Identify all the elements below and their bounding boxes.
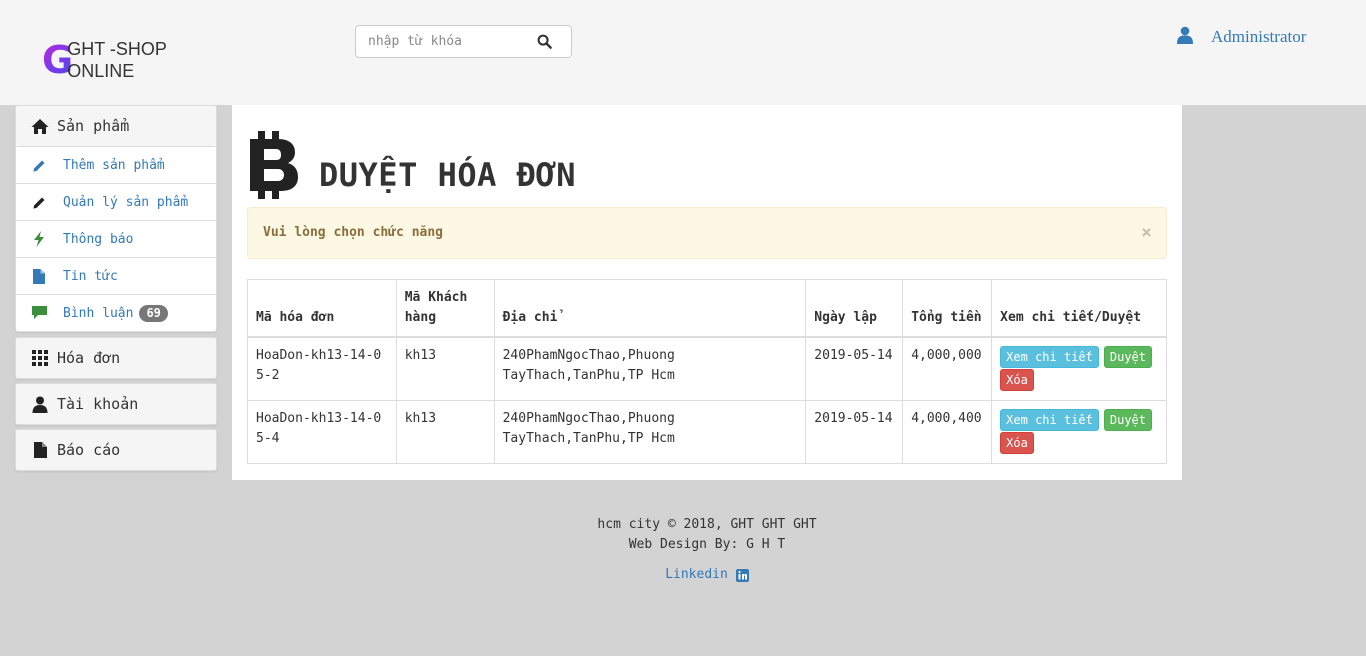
- sidebar-item-label: Tin tức: [63, 268, 118, 284]
- view-detail-button[interactable]: Xem chi tiết: [1000, 409, 1099, 431]
- sidebar-invoices-panel: Hóa đơn: [15, 337, 217, 379]
- close-icon[interactable]: ×: [1141, 222, 1152, 243]
- user-icon: [1176, 26, 1194, 48]
- main-content: DUYỆT HÓA ĐƠN Vui lòng chọn chức năng × …: [232, 105, 1182, 480]
- sidebar-item-reports[interactable]: Báo cáo: [16, 430, 216, 470]
- sidebar-item-products[interactable]: Sản phẩm: [16, 106, 216, 146]
- actions-cell: Xem chi tiết Duyệt Xóa: [991, 400, 1167, 464]
- file-icon: [31, 268, 47, 284]
- sidebar-item-label: Tài khoản: [57, 395, 139, 413]
- address: 240PhamNgocThao,Phuong TayThach,TanPhu,T…: [493, 400, 807, 464]
- logo-text: GHT -SHOP ONLINE: [67, 38, 167, 82]
- search-box: [355, 25, 572, 58]
- linkedin-link[interactable]: Linkedin: [665, 565, 749, 585]
- alert-text: Vui lòng chọn chức năng: [263, 225, 444, 240]
- delete-button[interactable]: Xóa: [1000, 432, 1034, 454]
- flash-icon: [31, 231, 47, 247]
- approve-button[interactable]: Duyệt: [1103, 409, 1152, 431]
- customer-id: kh13: [395, 400, 495, 464]
- total: 4,000,400: [902, 400, 993, 464]
- column-header: Xem chi tiết/Duyệt: [991, 279, 1167, 338]
- comment-icon: [31, 305, 47, 321]
- bitcoin-icon: [248, 131, 300, 203]
- sidebar-item-label: Thêm sản phẩm: [63, 157, 165, 173]
- column-header: Tổng tiền: [902, 279, 993, 338]
- sidebar-products-panel: Sản phẩm Thêm sản phẩm Quản lý sản phẩm …: [15, 105, 217, 332]
- alert-warning: Vui lòng chọn chức năng ×: [247, 207, 1167, 259]
- column-header: Mã hóa đơn: [247, 279, 397, 338]
- footer-copyright: hcm city © 2018, GHT GHT GHT: [597, 517, 817, 532]
- invoice-id: HoaDon-kh13-14-05-4: [247, 400, 397, 464]
- table-header-row: Mã hóa đơn Mã Khách hàng Địa chỉ Ngày lậ…: [247, 279, 1167, 338]
- date: 2019-05-14: [805, 336, 904, 401]
- column-header: Địa chỉ: [493, 279, 807, 338]
- file-icon: [31, 441, 49, 459]
- pencil-icon: [31, 194, 47, 210]
- view-detail-button[interactable]: Xem chi tiết: [1000, 346, 1099, 368]
- user-icon: [31, 395, 49, 413]
- comment-count-badge: 69: [139, 304, 168, 322]
- sidebar-reports-panel: Báo cáo: [15, 429, 217, 471]
- sidebar-account-panel: Tài khoản: [15, 383, 217, 425]
- sidebar-item-add-product[interactable]: Thêm sản phẩm: [16, 146, 216, 183]
- page-title: DUYỆT HÓA ĐƠN: [319, 156, 576, 194]
- delete-button[interactable]: Xóa: [1000, 369, 1034, 391]
- sidebar-item-label: Quản lý sản phẩm: [63, 194, 189, 210]
- sidebar-item-label: Hóa đơn: [57, 349, 121, 367]
- footer: hcm city © 2018, GHT GHT GHT Web Design …: [232, 515, 1182, 585]
- user-menu[interactable]: Administrator: [1176, 26, 1306, 48]
- actions-cell: Xem chi tiết Duyệt Xóa: [991, 336, 1167, 401]
- sidebar-item-manage-products[interactable]: Quản lý sản phẩm: [16, 183, 216, 220]
- logo-line2: ONLINE: [67, 61, 135, 81]
- table-row: HoaDon-kh13-14-05-4 kh13 240PhamNgocThao…: [247, 400, 1167, 464]
- invoice-table: Mã hóa đơn Mã Khách hàng Địa chỉ Ngày lậ…: [247, 279, 1167, 464]
- logo[interactable]: G GHT -SHOP ONLINE: [42, 38, 167, 82]
- table-row: HoaDon-kh13-14-05-2 kh13 240PhamNgocThao…: [247, 336, 1167, 401]
- sidebar-item-label: Sản phẩm: [57, 117, 130, 135]
- address: 240PhamNgocThao,Phuong TayThach,TanPhu,T…: [493, 336, 807, 401]
- header: G GHT -SHOP ONLINE Administrator: [0, 0, 1366, 105]
- search-input[interactable]: [356, 26, 526, 57]
- sidebar-item-label: Thông báo: [63, 231, 134, 247]
- logo-line1: GHT -SHOP: [67, 39, 167, 59]
- sidebar-item-comments[interactable]: Bình luận 69: [16, 294, 216, 331]
- invoice-id: HoaDon-kh13-14-05-2: [247, 336, 397, 401]
- column-header: Mã Khách hàng: [395, 279, 495, 338]
- sidebar-item-label: Báo cáo: [57, 441, 121, 459]
- linkedin-label: Linkedin: [665, 567, 728, 582]
- search-icon[interactable]: [537, 34, 553, 50]
- total: 4,000,000: [902, 336, 993, 401]
- date: 2019-05-14: [805, 400, 904, 464]
- pencil-icon: [31, 157, 47, 173]
- user-name[interactable]: Administrator: [1211, 27, 1306, 47]
- column-header: Ngày lập: [805, 279, 904, 338]
- title-row: DUYỆT HÓA ĐƠN: [248, 131, 576, 203]
- grid-icon: [31, 349, 49, 367]
- sidebar-item-account[interactable]: Tài khoản: [16, 384, 216, 424]
- approve-button[interactable]: Duyệt: [1103, 346, 1152, 368]
- sidebar-item-news[interactable]: Tin tức: [16, 257, 216, 294]
- customer-id: kh13: [395, 336, 495, 401]
- footer-credit: Web Design By: G H T: [628, 537, 786, 552]
- sidebar-item-notifications[interactable]: Thông báo: [16, 220, 216, 257]
- linkedin-icon: [735, 568, 749, 582]
- home-icon: [31, 117, 49, 135]
- sidebar-item-label: Bình luận: [63, 305, 134, 321]
- sidebar-item-invoices[interactable]: Hóa đơn: [16, 338, 216, 378]
